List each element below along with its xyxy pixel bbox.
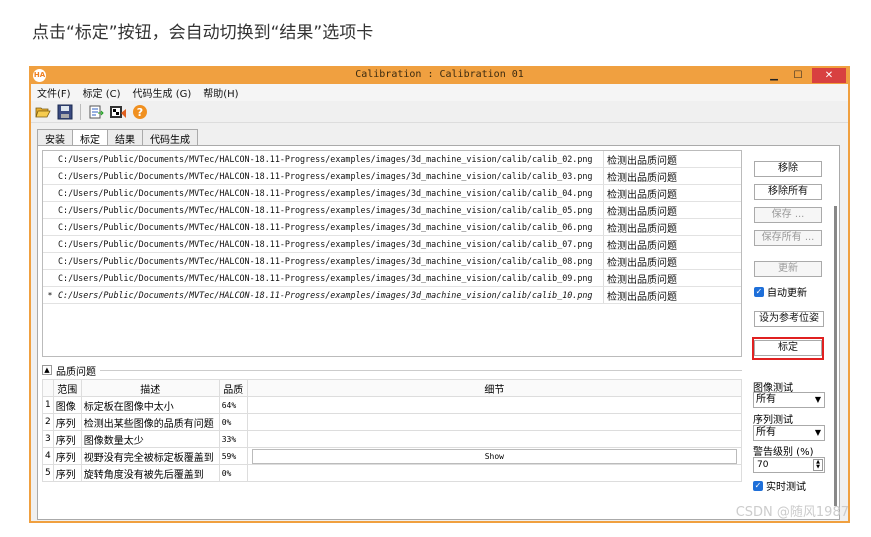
warning-level-spinner[interactable]: 70 ▲ ▼ <box>753 457 825 473</box>
table-row[interactable]: 1 图像 标定板在图像中太小 64% <box>42 396 743 414</box>
col-detail: 细节 <box>246 379 743 397</box>
title-bar[interactable]: HA Calibration : Calibration 01 ▁ ☐ ✕ <box>31 68 848 84</box>
list-item[interactable]: C:/Users/Public/Documents/MVTec/HALCON-1… <box>43 270 741 287</box>
collapse-icon[interactable]: ▲ <box>42 365 52 375</box>
window-title: Calibration : Calibration 01 <box>355 69 524 80</box>
file-quality: 检测出品质问题 <box>607 257 677 269</box>
toolbar: ? <box>31 101 848 123</box>
file-quality: 检测出品质问题 <box>607 155 677 167</box>
list-item[interactable]: C:/Users/Public/Documents/MVTec/HALCON-1… <box>43 236 741 253</box>
sequence-test-label: 序列测试 <box>753 415 793 426</box>
file-quality: 检测出品质问题 <box>607 172 677 184</box>
remove-all-button[interactable]: 移除所有 <box>754 184 822 200</box>
table-header-row: 范围 描述 品质 细节 <box>42 379 743 397</box>
dropdown-arrow-icon: ▼ <box>814 428 821 437</box>
list-item[interactable]: C:/Users/Public/Documents/MVTec/HALCON-1… <box>43 219 741 236</box>
menu-calibrate[interactable]: 标定 (C) <box>83 85 121 100</box>
quality-section-header[interactable]: ▲ 品质问题 <box>42 363 742 378</box>
svg-text:?: ? <box>137 106 143 119</box>
file-quality: 检测出品质问题 <box>607 274 677 286</box>
warning-level-label: 警告级别 (%) <box>753 447 814 458</box>
show-button[interactable]: Show <box>251 448 737 464</box>
help-icon[interactable]: ? <box>131 103 149 121</box>
table-row[interactable]: 4 序列 视野没有完全被标定板覆盖到 59% Show <box>42 447 743 465</box>
col-scope: 范围 <box>52 379 82 397</box>
file-quality: 检测出品质问题 <box>607 240 677 252</box>
calibrate-button[interactable]: 标定 <box>754 340 822 356</box>
file-path: C:/Users/Public/Documents/MVTec/HALCON-1… <box>57 287 604 303</box>
auto-update-checkbox[interactable]: ✓ 自动更新 <box>754 284 807 299</box>
spinner-arrows-icon[interactable]: ▲ ▼ <box>813 459 823 471</box>
list-item[interactable]: * C:/Users/Public/Documents/MVTec/HALCON-… <box>43 287 741 304</box>
realtime-test-label: 实时测试 <box>766 482 806 493</box>
calibration-window: HA Calibration : Calibration 01 ▁ ☐ ✕ 文件… <box>29 66 850 523</box>
save-button[interactable]: 保存 ... <box>754 207 822 223</box>
tab-strip: 安装 标定 结果 代码生成 <box>37 129 198 146</box>
image-file-list[interactable]: C:/Users/Public/Documents/MVTec/HALCON-1… <box>42 150 742 357</box>
image-test-select[interactable]: 所有 ▼ <box>753 392 825 408</box>
list-item[interactable]: C:/Users/Public/Documents/MVTec/HALCON-1… <box>43 253 741 270</box>
list-item[interactable]: C:/Users/Public/Documents/MVTec/HALCON-1… <box>43 185 741 202</box>
file-path: C:/Users/Public/Documents/MVTec/HALCON-1… <box>57 185 604 201</box>
file-quality: 检测出品质问题 <box>607 291 677 303</box>
list-item[interactable]: C:/Users/Public/Documents/MVTec/HALCON-1… <box>43 151 741 168</box>
realtime-test-checkbox[interactable]: ✓ 实时测试 <box>753 478 806 493</box>
file-quality: 检测出品质问题 <box>607 223 677 235</box>
row-marker: * <box>48 290 52 300</box>
file-path: C:/Users/Public/Documents/MVTec/HALCON-1… <box>57 202 604 218</box>
section-title: 品质问题 <box>56 366 96 378</box>
set-reference-pose-button[interactable]: 设为参考位姿 <box>754 311 824 327</box>
table-row[interactable]: 2 序列 检测出某些图像的品质有问题 0% <box>42 413 743 431</box>
minimize-button[interactable]: ▁ <box>762 68 786 83</box>
caption-text: 点击“标定”按钮，会自动切换到“结果”选项卡 <box>32 23 374 43</box>
file-path: C:/Users/Public/Documents/MVTec/HALCON-1… <box>57 168 604 184</box>
calibrate-panel: C:/Users/Public/Documents/MVTec/HALCON-1… <box>37 145 840 520</box>
file-path: C:/Users/Public/Documents/MVTec/HALCON-1… <box>57 253 604 269</box>
toolbar-separator <box>80 103 81 120</box>
col-quality: 品质 <box>218 379 248 397</box>
side-button-column: 移除 移除所有 保存 ... 保存所有 ... 更新 ✓ 自动更新 设为参考位姿 … <box>750 146 838 360</box>
file-path: C:/Users/Public/Documents/MVTec/HALCON-1… <box>57 219 604 235</box>
table-row[interactable]: 3 序列 图像数量太少 33% <box>42 430 743 448</box>
menu-help[interactable]: 帮助(H) <box>203 85 238 100</box>
open-folder-icon[interactable] <box>34 103 52 121</box>
maximize-button[interactable]: ☐ <box>786 68 810 83</box>
save-icon[interactable] <box>56 103 74 121</box>
quality-table: 范围 描述 品质 细节 1 图像 标定板在图像中太小 64% 2 序列 检测出某些图像的品… <box>42 379 743 482</box>
tab-results[interactable]: 结果 <box>107 129 143 146</box>
checkmark-icon: ✓ <box>754 286 764 297</box>
dropdown-arrow-icon: ▼ <box>814 395 821 404</box>
sequence-test-select[interactable]: 所有 ▼ <box>753 425 825 441</box>
list-item[interactable]: C:/Users/Public/Documents/MVTec/HALCON-1… <box>43 168 741 185</box>
save-all-button[interactable]: 保存所有 ... <box>754 230 822 246</box>
tab-calibrate[interactable]: 标定 <box>72 129 108 146</box>
update-button[interactable]: 更新 <box>754 261 822 277</box>
file-quality: 检测出品质问题 <box>607 206 677 218</box>
checkmark-icon: ✓ <box>753 480 763 491</box>
tab-code-gen[interactable]: 代码生成 <box>142 129 198 146</box>
table-row[interactable]: 5 序列 旋转角度没有被先后覆盖到 0% <box>42 464 743 482</box>
vertical-scrollbar[interactable] <box>834 206 837 506</box>
menu-code-gen[interactable]: 代码生成 (G) <box>133 85 192 100</box>
close-button[interactable]: ✕ <box>812 68 846 83</box>
file-path: C:/Users/Public/Documents/MVTec/HALCON-1… <box>57 151 604 167</box>
file-path: C:/Users/Public/Documents/MVTec/HALCON-1… <box>57 236 604 252</box>
auto-update-label: 自动更新 <box>767 288 807 299</box>
camera-icon[interactable] <box>109 103 127 121</box>
menu-file[interactable]: 文件(F) <box>37 85 71 100</box>
divider <box>100 369 742 371</box>
watermark-text: CSDN @随风1987 <box>735 505 849 520</box>
remove-button[interactable]: 移除 <box>754 161 822 177</box>
tab-install[interactable]: 安装 <box>37 129 73 146</box>
list-item[interactable]: C:/Users/Public/Documents/MVTec/HALCON-1… <box>43 202 741 219</box>
export-icon[interactable] <box>87 103 105 121</box>
file-quality: 检测出品质问题 <box>607 189 677 201</box>
col-desc: 描述 <box>80 379 220 397</box>
file-path: C:/Users/Public/Documents/MVTec/HALCON-1… <box>57 270 604 286</box>
menu-bar: 文件(F) 标定 (C) 代码生成 (G) 帮助(H) <box>31 84 848 101</box>
